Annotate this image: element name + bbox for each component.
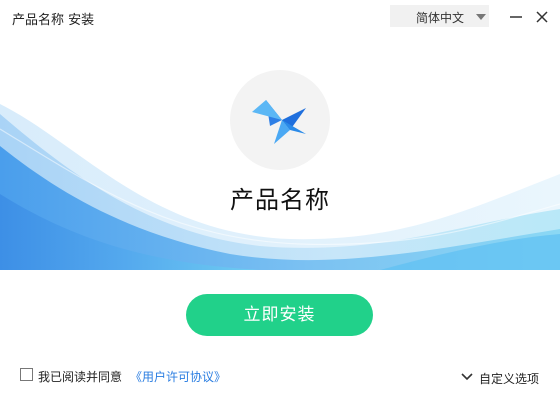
close-icon [536,11,548,23]
title-bar: 产品名称 安装 简体中文 [0,0,560,34]
pinwheel-logo-icon [252,100,306,144]
chevron-down-icon [461,373,473,381]
close-button[interactable] [531,6,553,28]
product-name: 产品名称 [230,186,330,214]
chevron-down-icon [476,14,486,20]
agreement-checkbox[interactable] [20,368,33,381]
window-title: 产品名称 安装 [12,13,95,28]
logo-badge [230,70,330,170]
agreement-label: 我已阅读并同意 [38,370,123,384]
minimize-button[interactable] [505,6,527,28]
language-select[interactable]: 简体中文 [390,5,489,27]
custom-options-label: 自定义选项 [479,372,540,386]
language-select-value: 简体中文 [416,11,465,25]
license-agreement-link[interactable]: 《用户许可协议》 [130,368,226,385]
install-now-button[interactable]: 立即安装 [186,294,373,336]
minimize-icon [510,16,522,18]
